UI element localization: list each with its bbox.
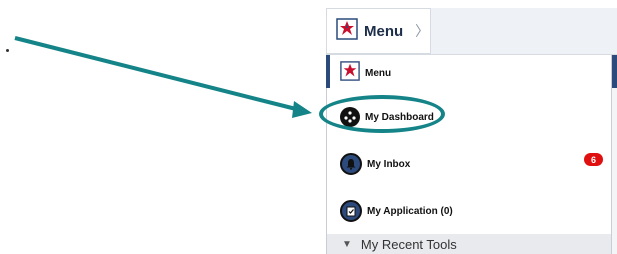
- menu-item-label: My Application (0): [367, 205, 453, 217]
- top-header: Menu 〉: [326, 8, 617, 55]
- bsa-emblem-icon: [340, 61, 360, 86]
- recent-tools-section[interactable]: ▼ My Recent Tools: [327, 234, 611, 254]
- clipboard-icon: [340, 200, 362, 222]
- menu-item-my-inbox[interactable]: My Inbox: [340, 153, 410, 175]
- menu-item-menu[interactable]: Menu: [340, 61, 391, 86]
- menu-button[interactable]: Menu 〉: [326, 8, 431, 54]
- menu-item-label: My Inbox: [367, 158, 411, 170]
- panel-accent: [326, 55, 330, 88]
- menu-item-label: Menu: [365, 68, 392, 79]
- annotation-highlight-oval: [319, 95, 445, 133]
- menu-button-label: Menu: [364, 22, 404, 40]
- menu-item-my-application[interactable]: My Application (0): [340, 200, 453, 222]
- bell-icon: [340, 153, 362, 175]
- recent-tools-label: My Recent Tools: [360, 236, 457, 252]
- bsa-emblem-icon: [336, 17, 358, 45]
- chevron-down-icon: ▼: [342, 238, 352, 250]
- chevron-right-icon: 〉: [415, 23, 430, 39]
- inbox-count-badge: 6: [584, 153, 603, 166]
- menu-dropdown: Menu My Dashboard My Inbox 6 My Applicat…: [326, 55, 612, 254]
